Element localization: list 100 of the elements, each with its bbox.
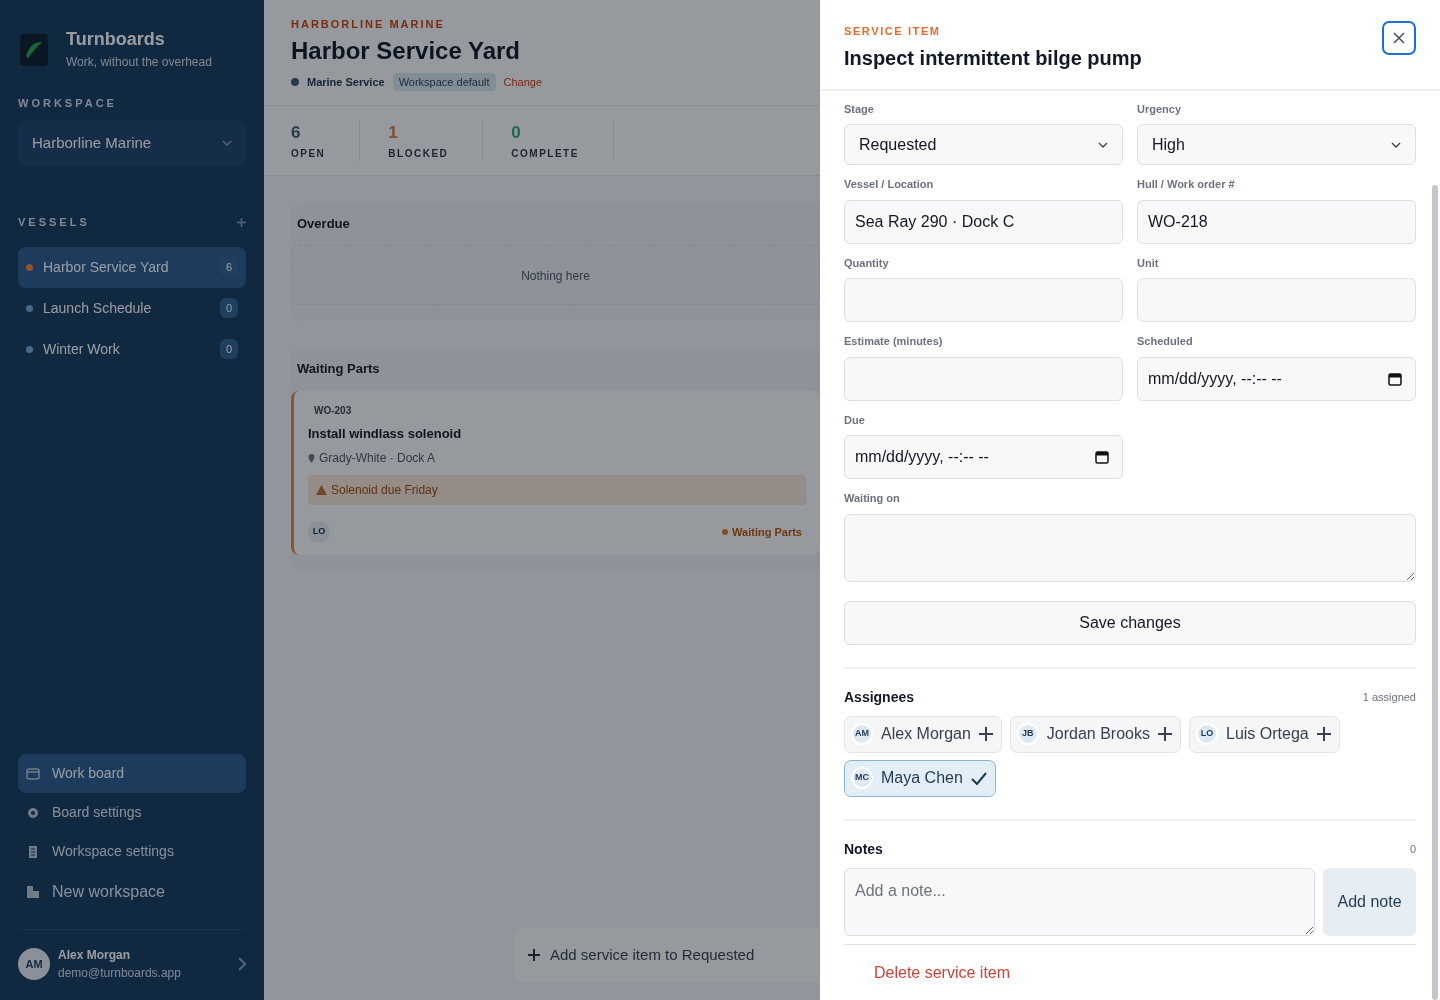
- drawer-title: Inspect intermittent bilge pump: [844, 45, 1142, 71]
- tagline: Work, without the overhead: [66, 54, 212, 71]
- nav-label: Work board: [52, 764, 125, 783]
- template-icon: [291, 77, 299, 86]
- stat-label: OPEN: [291, 146, 326, 161]
- notes-count: 0: [1409, 841, 1416, 857]
- chevron-down-icon: [1098, 141, 1108, 148]
- nav-item[interactable]: Board settings: [18, 793, 246, 832]
- input-field[interactable]: [844, 278, 1123, 322]
- vessel-name: Winter Work: [43, 339, 120, 359]
- change-link[interactable]: Change: [503, 73, 543, 90]
- status-dot: [26, 304, 33, 312]
- status-dot: [26, 345, 33, 353]
- warning-icon: [316, 485, 327, 495]
- avatar: AM: [18, 948, 50, 980]
- vessel-name: Launch Schedule: [43, 298, 152, 318]
- chevron-down-icon: [222, 139, 232, 146]
- page-title: Harbor Service Yard: [291, 35, 521, 66]
- close-button[interactable]: [1382, 21, 1416, 55]
- stat-label: COMPLETE: [511, 146, 579, 161]
- work-card[interactable]: WO-203 Install windlass solenoid Grady-White · Dock A Solenoid due Friday LO Waiting Parts: [291, 390, 820, 555]
- pin-icon: [308, 453, 315, 463]
- plus-icon: [237, 217, 246, 227]
- user-email: demo@turnboards.app: [58, 965, 182, 982]
- calendar-icon: [1095, 450, 1109, 464]
- work-order-number: WO-203: [314, 403, 353, 418]
- plus-icon: [528, 948, 540, 961]
- delete-link[interactable]: Delete service item: [874, 960, 1011, 985]
- nav-item[interactable]: Work board: [18, 754, 246, 793]
- card-location: Grady-White · Dock A: [319, 450, 436, 467]
- input-field[interactable]: [844, 356, 1123, 401]
- calendar-icon: [1388, 371, 1402, 386]
- status-dot: [26, 263, 33, 271]
- nav-label: Workspace settings: [52, 842, 174, 861]
- field-label: Stage: [844, 101, 875, 117]
- chevron-down-icon: [1391, 141, 1401, 148]
- date-time-field[interactable]: mm/dd/yyyy, --:-- --: [844, 435, 1123, 479]
- field-label: Due: [844, 412, 866, 428]
- assignee-chip[interactable]: LO Luis Ortega: [1189, 715, 1340, 753]
- input-field[interactable]: Sea Ray 290 · Dock C: [844, 199, 1123, 244]
- eyebrow-label: HARBORLINE MARINE: [291, 17, 445, 32]
- section-title: Notes: [844, 839, 883, 859]
- field-label: Quantity: [844, 255, 890, 271]
- card-title: Install windlass solenoid: [308, 424, 463, 443]
- alert-text: Solenoid due Friday: [331, 482, 438, 499]
- stat-value: 6: [291, 122, 302, 144]
- field-label: Waiting on: [844, 491, 901, 506]
- check-icon: [970, 771, 987, 785]
- buildings-icon: [26, 885, 40, 899]
- assignee-avatar: LO: [308, 521, 330, 543]
- template-badge: Workspace default: [392, 72, 496, 91]
- plus-icon: [1158, 727, 1172, 741]
- nav-item[interactable]: New workspace: [18, 871, 246, 913]
- assigned-count: 1 assigned: [1362, 689, 1416, 705]
- text-area[interactable]: [844, 513, 1416, 582]
- stat-value: 0: [511, 122, 522, 144]
- board-icon: [26, 766, 40, 781]
- section-label: VESSELS: [18, 215, 90, 230]
- field-label: Hull / Work order #: [1137, 177, 1236, 192]
- section-title: Assignees: [844, 687, 915, 707]
- vessel-name: Harbor Service Yard: [43, 257, 169, 277]
- add-note-button[interactable]: Add note: [1323, 867, 1416, 936]
- note-field[interactable]: Add a note...: [844, 867, 1315, 936]
- app-name: Turnboards: [66, 28, 166, 51]
- input-field[interactable]: WO-218: [1137, 199, 1416, 244]
- save-button[interactable]: Save changes: [844, 600, 1416, 645]
- assignee-chip[interactable]: JB Jordan Brooks: [1009, 715, 1181, 753]
- vessel-item[interactable]: Winter Work 0: [18, 328, 246, 370]
- vessel-item[interactable]: Launch Schedule 0: [18, 287, 246, 329]
- date-time-field[interactable]: mm/dd/yyyy, --:-- --: [1137, 356, 1416, 401]
- nav-label: Board settings: [52, 803, 142, 822]
- count-badge: 0: [219, 338, 238, 360]
- section-label: WORKSPACE: [18, 96, 118, 111]
- lane-title: Waiting Parts: [296, 360, 381, 378]
- lane-title: Overdue: [296, 214, 351, 233]
- workspace-select[interactable]: Harborline Marine: [18, 119, 246, 166]
- vessel-item[interactable]: Harbor Service Yard 6: [18, 246, 246, 288]
- template-name: Marine Service: [307, 74, 385, 90]
- select-field[interactable]: High: [1137, 124, 1416, 165]
- field-label: Scheduled: [1137, 334, 1194, 349]
- field-label: Estimate (minutes): [844, 334, 944, 349]
- field-label: Vessel / Location: [844, 177, 935, 192]
- field-label: Urgency: [1137, 101, 1183, 117]
- plus-icon: [1316, 727, 1331, 741]
- stat-value: 1: [388, 122, 399, 144]
- plus-icon: [978, 727, 993, 741]
- field-label: Unit: [1137, 255, 1160, 271]
- user-name: Alex Morgan: [58, 947, 131, 964]
- select-field[interactable]: Requested: [844, 124, 1123, 165]
- nav-item[interactable]: Workspace settings: [18, 832, 246, 871]
- input-field[interactable]: [1137, 278, 1416, 322]
- assignee-chip[interactable]: AM Alex Morgan: [844, 715, 1002, 753]
- stat-label: BLOCKED: [388, 146, 449, 161]
- nav-label: New workspace: [52, 882, 165, 902]
- settings-icon: [26, 805, 40, 820]
- status-label: Waiting Parts: [732, 524, 802, 540]
- assignee-chip[interactable]: MC Maya Chen: [844, 759, 996, 797]
- chevron-right-icon: [238, 957, 246, 971]
- status-dot-icon: [722, 529, 729, 535]
- building-icon: [26, 844, 40, 859]
